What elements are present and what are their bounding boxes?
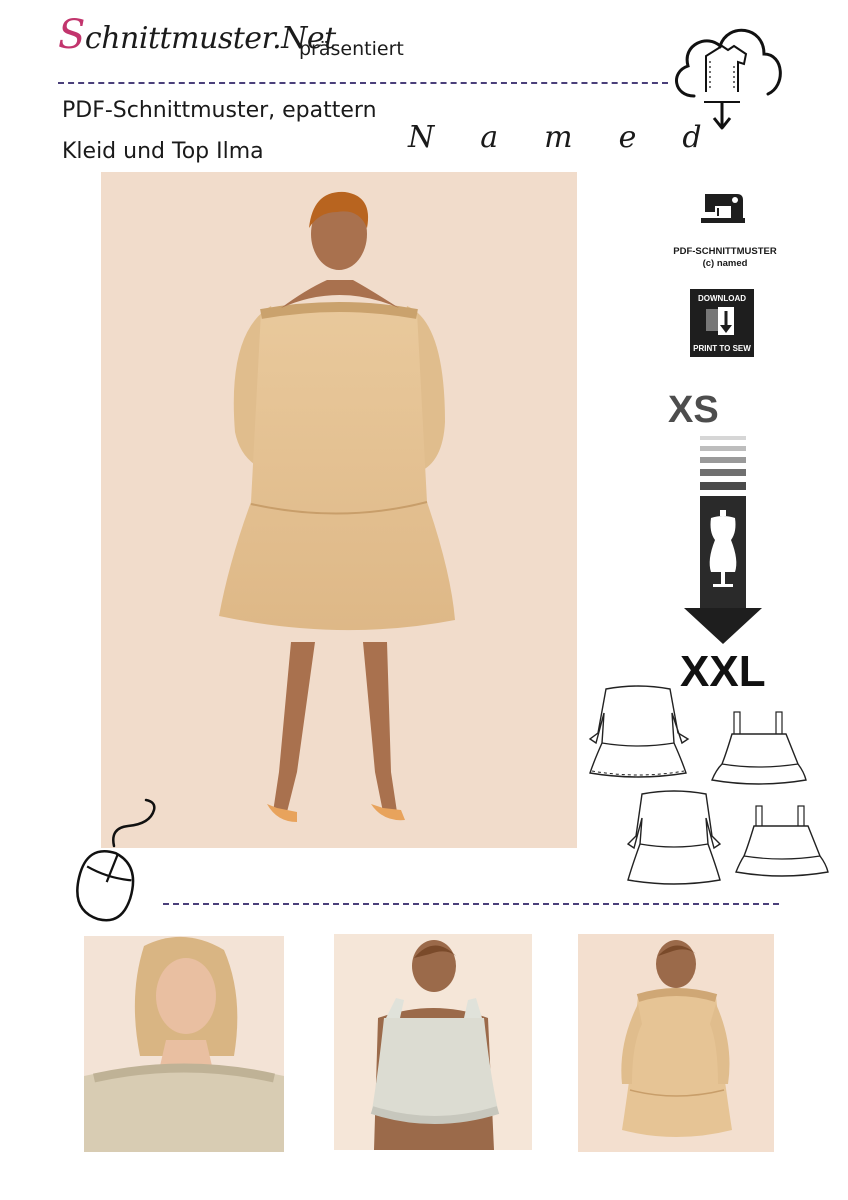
logo: Schnittmuster.Net xyxy=(58,12,336,58)
detail-photo-2 xyxy=(334,934,532,1150)
sketch-top-straps xyxy=(711,711,807,785)
main-photo xyxy=(101,172,577,848)
size-min: XS xyxy=(668,389,719,431)
sketch-dress-long-sleeve xyxy=(588,685,690,778)
print-download-icon xyxy=(706,307,734,335)
model-figure xyxy=(101,172,577,848)
model-blonde-figure xyxy=(84,936,284,1152)
sewing-machine-icon xyxy=(701,194,745,223)
model-dress-back-figure xyxy=(578,934,774,1152)
detail-photo-1 xyxy=(84,936,284,1152)
mouse-icon xyxy=(76,798,156,922)
detail-photo-3 xyxy=(578,934,774,1152)
download-badge-top: DOWNLOAD xyxy=(698,294,746,303)
brand-name: Named xyxy=(408,120,748,155)
pattern-label: PDF-SCHNITTMUSTER (c) named xyxy=(660,246,790,270)
logo-initial: S xyxy=(58,12,85,58)
pattern-label-line-1: PDF-SCHNITTMUSTER xyxy=(673,246,777,257)
presents-label: präsentiert xyxy=(299,38,404,60)
size-max: XXL xyxy=(680,647,766,696)
model-top-back-figure xyxy=(334,934,532,1150)
sketch-dress-back xyxy=(626,790,722,885)
divider-bottom xyxy=(163,903,779,905)
title-line-1: PDF-Schnittmuster, epattern xyxy=(62,98,377,123)
pattern-label-line-2: (c) named xyxy=(702,258,748,269)
download-badge-bottom: PRINT TO SEW xyxy=(693,344,751,353)
download-badge: DOWNLOAD PRINT TO SEW xyxy=(690,289,754,357)
cloud-download-icon xyxy=(675,28,782,130)
dress-form-icon xyxy=(709,510,737,587)
sketch-top-back xyxy=(735,805,829,877)
divider-top xyxy=(58,82,668,84)
title-line-2: Kleid und Top Ilma xyxy=(62,139,264,164)
